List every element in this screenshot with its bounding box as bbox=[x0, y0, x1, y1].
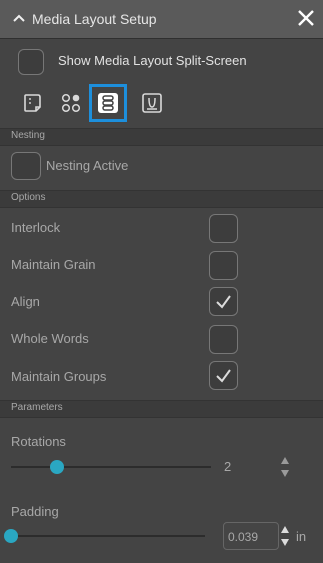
padding-slider-track[interactable] bbox=[11, 535, 205, 537]
split-screen-checkbox[interactable] bbox=[18, 49, 44, 75]
interlock-checkbox[interactable] bbox=[209, 214, 238, 243]
options-section-header: Options bbox=[0, 190, 323, 208]
checkmark-icon bbox=[216, 369, 231, 383]
whole-words-checkbox[interactable] bbox=[209, 325, 238, 354]
parameters-header-label: Parameters bbox=[11, 402, 63, 413]
rotations-slider-thumb[interactable] bbox=[50, 460, 64, 474]
cut-order-tab-icon[interactable] bbox=[60, 92, 82, 114]
media-tab-icon[interactable] bbox=[22, 92, 44, 114]
interlock-label: Interlock bbox=[11, 220, 61, 235]
rotations-value: 2 bbox=[224, 459, 232, 474]
maintain-grain-label: Maintain Grain bbox=[11, 257, 96, 272]
window-title: Media Layout Setup bbox=[32, 11, 157, 27]
advanced-tab-icon[interactable] bbox=[141, 92, 163, 114]
padding-label: Padding bbox=[11, 504, 59, 519]
nesting-active-label: Nesting Active bbox=[46, 158, 129, 173]
options-header-label: Options bbox=[11, 192, 46, 203]
maintain-grain-checkbox[interactable] bbox=[209, 251, 238, 280]
nesting-header-label: Nesting bbox=[11, 130, 45, 141]
padding-value: 0.039 bbox=[228, 530, 259, 544]
tab-icon-row bbox=[0, 83, 323, 127]
split-screen-row: Show Media Layout Split-Screen bbox=[0, 39, 323, 77]
nesting-tab-icon[interactable] bbox=[89, 84, 127, 122]
nesting-section-header: Nesting bbox=[0, 128, 323, 146]
title-bar: Media Layout Setup bbox=[0, 0, 323, 39]
align-checkbox[interactable] bbox=[209, 287, 238, 316]
maintain-groups-label: Maintain Groups bbox=[11, 369, 107, 384]
collapse-chevron-icon[interactable] bbox=[12, 12, 26, 26]
padding-input[interactable]: 0.039 bbox=[223, 522, 279, 550]
whole-words-label: Whole Words bbox=[11, 331, 89, 346]
align-label: Align bbox=[11, 294, 40, 309]
rotations-slider-track[interactable] bbox=[11, 466, 211, 468]
rotations-stepper-icon[interactable] bbox=[280, 455, 290, 479]
split-screen-label: Show Media Layout Split-Screen bbox=[58, 53, 247, 68]
padding-slider-thumb[interactable] bbox=[4, 529, 18, 543]
close-icon[interactable] bbox=[295, 7, 317, 29]
padding-stepper-icon[interactable] bbox=[280, 524, 290, 548]
media-layout-panel: Media Layout Setup Show Media Layout Spl… bbox=[0, 0, 323, 563]
maintain-groups-checkbox[interactable] bbox=[209, 361, 238, 390]
checkmark-icon bbox=[216, 295, 231, 309]
nesting-active-checkbox[interactable] bbox=[11, 152, 41, 180]
rotations-label: Rotations bbox=[11, 434, 66, 449]
padding-unit: in bbox=[296, 529, 307, 544]
parameters-section-header: Parameters bbox=[0, 400, 323, 418]
